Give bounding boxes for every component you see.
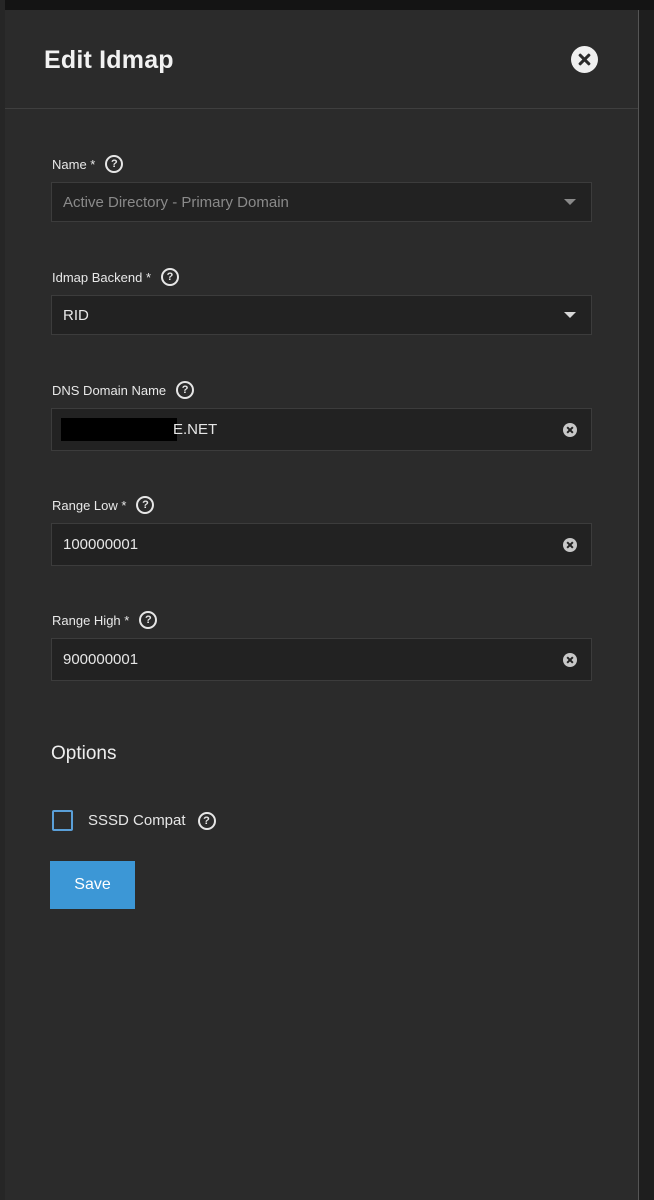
help-icon[interactable]	[197, 811, 216, 830]
name-select-value: Active Directory - Primary Domain	[63, 193, 289, 211]
range-high-input[interactable]: 900000001	[51, 638, 592, 681]
name-label: Name *	[52, 156, 96, 172]
dns-domain-label-row: DNS Domain Name	[52, 381, 195, 399]
range-high-label-row: Range High *	[52, 611, 158, 629]
range-high-label: Range High *	[52, 612, 130, 628]
save-button[interactable]: Save	[50, 861, 135, 909]
dns-domain-label: DNS Domain Name	[52, 382, 167, 398]
backend-label-row: Idmap Backend *	[52, 268, 180, 286]
name-label-row: Name *	[52, 155, 124, 173]
chevron-down-icon	[564, 312, 576, 318]
range-low-input[interactable]: 100000001	[51, 523, 592, 566]
clear-icon[interactable]	[563, 422, 577, 437]
help-icon[interactable]	[176, 381, 195, 399]
backend-select-value: RID	[63, 306, 89, 324]
edit-idmap-panel: Edit Idmap Name * Active Directory - Pri…	[5, 10, 639, 1200]
backend-label: Idmap Backend *	[52, 269, 152, 285]
panel-title: Edit Idmap	[44, 46, 174, 74]
name-select[interactable]: Active Directory - Primary Domain	[51, 182, 592, 222]
backend-select[interactable]: RID	[51, 295, 592, 335]
help-icon[interactable]	[139, 611, 158, 629]
dns-domain-input[interactable]: E.NET	[51, 408, 592, 451]
redacted-text-block	[61, 418, 177, 441]
sssd-compat-checkbox[interactable]	[52, 810, 73, 831]
help-icon[interactable]	[105, 155, 124, 173]
dns-domain-value: E.NET	[173, 421, 218, 438]
range-low-value: 100000001	[63, 536, 139, 553]
range-low-label-row: Range Low *	[52, 496, 155, 514]
close-icon[interactable]	[571, 46, 598, 73]
clear-icon[interactable]	[563, 652, 577, 667]
options-heading: Options	[51, 743, 117, 764]
sssd-compat-row: SSSD Compat	[52, 810, 216, 831]
clear-icon[interactable]	[563, 537, 577, 552]
chevron-down-icon	[564, 199, 576, 205]
panel-header: Edit Idmap	[5, 10, 638, 109]
help-icon[interactable]	[161, 268, 180, 286]
app-top-bar	[0, 0, 654, 10]
range-low-label: Range Low *	[52, 497, 127, 513]
sssd-compat-label[interactable]: SSSD Compat	[88, 812, 186, 829]
range-high-value: 900000001	[63, 651, 139, 668]
help-icon[interactable]	[136, 496, 155, 514]
